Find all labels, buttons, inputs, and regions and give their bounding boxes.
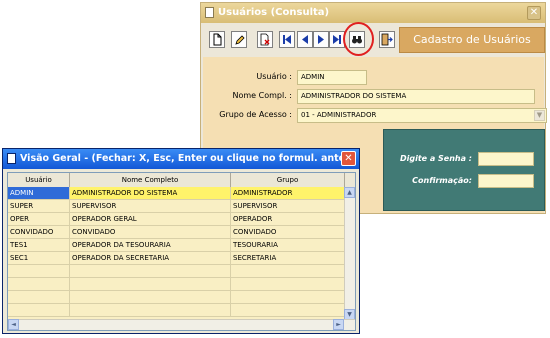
grupo-select[interactable]: 01 - ADMINISTRADOR ▼ <box>297 108 547 123</box>
empty-row <box>8 291 355 304</box>
column-header-nome[interactable]: Nome Completo <box>70 173 231 187</box>
cell-usuario[interactable]: TES1 <box>8 239 70 252</box>
table-row[interactable]: TES1 OPERADOR DA TESOURARIA TESOURARIA <box>8 239 355 252</box>
chevron-down-icon[interactable]: ▼ <box>534 110 545 121</box>
previous-record-icon[interactable] <box>297 31 313 48</box>
cell-grupo[interactable]: ADMINISTRADOR <box>231 187 345 200</box>
grupo-select-value: 01 - ADMINISTRADOR <box>301 111 377 119</box>
cell-grupo[interactable]: CONVIDADO <box>231 226 345 239</box>
edit-pencil-icon[interactable] <box>231 31 247 48</box>
senha-field[interactable] <box>478 152 534 166</box>
window-app-icon <box>7 153 16 164</box>
cell-grupo <box>231 304 345 317</box>
users-grid: Usuário Nome Completo Grupo ADMIN ADMINIS… <box>7 172 356 331</box>
horizontal-scrollbar[interactable]: ◄ ► <box>8 319 355 330</box>
consulta-close-button[interactable]: ✕ <box>527 6 541 20</box>
visao-geral-window: Visão Geral - (Fechar: X, Esc, Enter ou … <box>2 148 360 334</box>
highlight-circle <box>343 22 374 56</box>
table-row[interactable]: SUPER SUPERVISOR SUPERVISOR <box>8 200 355 213</box>
cell-usuario[interactable]: SUPER <box>8 200 70 213</box>
cell-nome <box>70 291 231 304</box>
first-record-icon[interactable] <box>279 31 295 48</box>
cell-usuario <box>8 278 70 291</box>
cell-nome <box>70 304 231 317</box>
table-row[interactable]: ADMIN ADMINISTRADOR DO SISTEMA ADMINISTRAD… <box>8 187 355 200</box>
column-header-grupo[interactable]: Grupo <box>231 173 345 187</box>
confirmacao-field[interactable] <box>478 174 534 188</box>
cell-grupo <box>231 291 345 304</box>
senha-label: Digite a Senha : <box>399 154 472 163</box>
cell-grupo[interactable]: SECRETARIA <box>231 252 345 265</box>
nome-field[interactable]: ADMINISTRADOR DO SISTEMA <box>297 89 535 104</box>
consulta-window-title: Usuários (Consulta) <box>218 7 330 18</box>
cell-grupo <box>231 265 345 278</box>
cell-grupo[interactable]: OPERADOR <box>231 213 345 226</box>
cell-usuario[interactable]: SEC1 <box>8 252 70 265</box>
cell-usuario <box>8 265 70 278</box>
cell-nome[interactable]: SUPERVISOR <box>70 200 231 213</box>
scroll-up-icon[interactable]: ▲ <box>344 187 355 198</box>
column-header-usuario[interactable]: Usuário <box>8 173 70 187</box>
empty-row <box>8 304 355 317</box>
table-row[interactable]: SEC1 OPERADOR DA SECRETARIA SECRETARIA <box>8 252 355 265</box>
cell-nome[interactable]: OPERADOR DA TESOURARIA <box>70 239 231 252</box>
cell-nome[interactable]: ADMINISTRADOR DO SISTEMA <box>70 187 231 200</box>
cell-usuario[interactable]: OPER <box>8 213 70 226</box>
usuario-field[interactable]: ADMIN <box>297 70 367 85</box>
usuario-label: Usuário : <box>256 72 292 81</box>
next-record-icon[interactable] <box>313 31 329 48</box>
cell-nome[interactable]: OPERADOR DA SECRETARIA <box>70 252 231 265</box>
nome-label: Nome Compl. : <box>232 91 293 100</box>
cell-usuario <box>8 304 70 317</box>
cell-grupo[interactable]: TESOURARIA <box>231 239 345 252</box>
cell-nome <box>70 278 231 291</box>
grid-header: Usuário Nome Completo Grupo <box>8 173 355 188</box>
visao-close-button[interactable]: ✕ <box>341 151 356 166</box>
cell-nome[interactable]: OPERADOR GERAL <box>70 213 231 226</box>
record-toolbar: Cadastro de Usuários <box>203 22 545 56</box>
password-panel: Digite a Senha : Confirmação: <box>383 129 545 211</box>
consulta-titlebar[interactable]: Usuários (Consulta) ✕ <box>201 3 545 23</box>
exit-door-icon[interactable] <box>379 31 395 48</box>
cell-nome <box>70 265 231 278</box>
cell-usuario[interactable]: ADMIN <box>8 187 70 200</box>
empty-row <box>8 278 355 291</box>
window-app-icon <box>205 7 214 18</box>
cell-grupo <box>231 278 345 291</box>
cadastro-header-label: Cadastro de Usuários <box>399 27 545 53</box>
cell-usuario <box>8 291 70 304</box>
empty-row <box>8 265 355 278</box>
cell-usuario[interactable]: CONVIDADO <box>8 226 70 239</box>
scroll-left-icon[interactable]: ◄ <box>8 319 19 330</box>
confirmacao-label: Confirmação: <box>412 176 472 185</box>
table-row[interactable]: OPER OPERADOR GERAL OPERADOR <box>8 213 355 226</box>
table-row[interactable]: CONVIDADO CONVIDADO CONVIDADO <box>8 226 355 239</box>
new-document-icon[interactable] <box>209 31 225 48</box>
visao-window-title: Visão Geral - (Fechar: X, Esc, Enter ou … <box>20 153 356 164</box>
delete-icon[interactable] <box>257 31 273 48</box>
visao-titlebar[interactable]: Visão Geral - (Fechar: X, Esc, Enter ou … <box>3 149 359 169</box>
cell-grupo[interactable]: SUPERVISOR <box>231 200 345 213</box>
scroll-right-icon[interactable]: ► <box>333 319 344 330</box>
grupo-label: Grupo de Acesso : <box>219 110 292 119</box>
cell-nome[interactable]: CONVIDADO <box>70 226 231 239</box>
vertical-scrollbar[interactable]: ▲ ▼ <box>344 187 355 330</box>
